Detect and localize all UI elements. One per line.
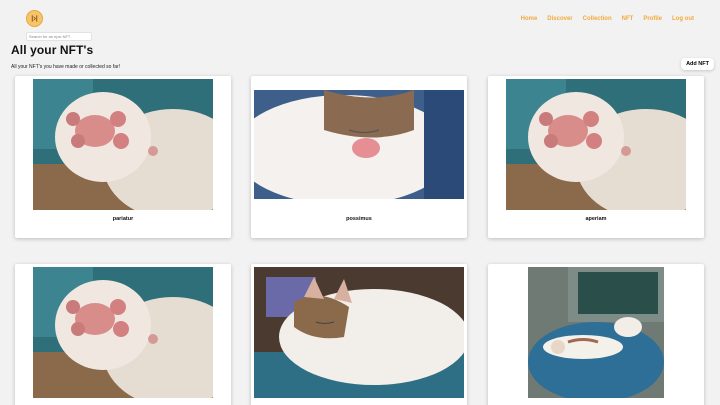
nft-card[interactable]: possimus bbox=[251, 76, 467, 238]
nft-card[interactable] bbox=[15, 264, 231, 405]
nft-image-cat-paw bbox=[33, 267, 213, 398]
nft-card[interactable] bbox=[488, 264, 704, 405]
nft-card[interactable]: aperiam bbox=[488, 76, 704, 238]
nft-card[interactable] bbox=[251, 264, 467, 405]
nft-image-cat-on-blue-blanket bbox=[528, 267, 664, 398]
nft-image-sleeping-cat-closeup bbox=[254, 90, 464, 199]
nft-card-title: possimus bbox=[346, 216, 372, 222]
nft-card-title: aperiam bbox=[585, 216, 607, 222]
nft-image-sleeping-cat-blanket bbox=[254, 267, 464, 398]
nft-image-cat-paw bbox=[506, 79, 686, 210]
nft-card-title: pariatur bbox=[112, 216, 134, 222]
nft-image-cat-paw bbox=[33, 79, 213, 210]
nft-card[interactable]: pariatur bbox=[15, 76, 231, 238]
nft-grid: pariatur possimus aperiam bbox=[0, 0, 720, 405]
